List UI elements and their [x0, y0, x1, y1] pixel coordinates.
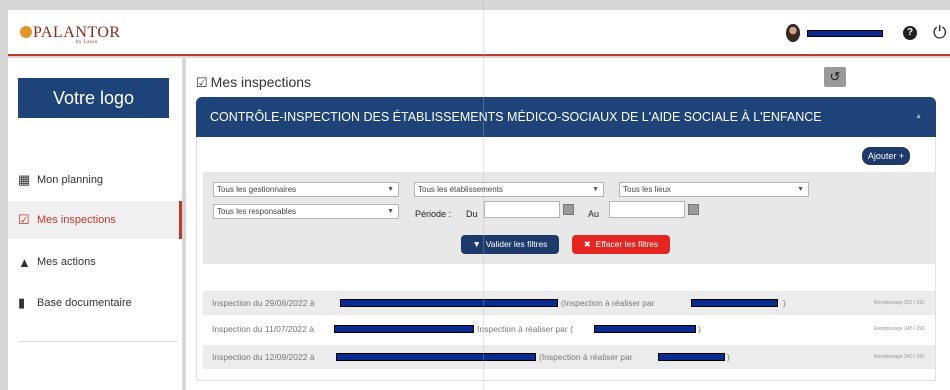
- warning-icon: ▲: [18, 254, 31, 270]
- redacted-establishment: [334, 325, 474, 333]
- sidebar-item-planning[interactable]: ▦ Mon planning: [8, 161, 182, 199]
- clear-filters-label: Effacer les filtres: [595, 239, 659, 249]
- checkbox-icon: ☑: [196, 75, 208, 90]
- row-middle: (Inspection à réaliser par: [539, 352, 633, 362]
- history-icon[interactable]: ↺: [824, 67, 846, 87]
- lieux-value: Tous les lieux: [623, 185, 672, 194]
- row-suffix: ): [727, 352, 730, 362]
- etablissements-select[interactable]: Tous les établissements ▼: [414, 182, 604, 197]
- guide-line: [483, 0, 484, 390]
- chevron-down-icon: ▼: [797, 186, 804, 193]
- power-icon[interactable]: ⏻: [933, 23, 946, 43]
- page-title: ☑ Mes inspections: [196, 74, 311, 91]
- logo-text: PALANTOR: [33, 24, 121, 41]
- fill-status: Remplissage 240 / 291: [873, 354, 925, 360]
- sidebar-item-label: Mon planning: [37, 174, 104, 186]
- logo-mark-icon: [20, 26, 32, 38]
- checkbox-icon: ☑: [18, 212, 30, 227]
- date-to-input[interactable]: [609, 201, 685, 218]
- panel-title: CONTRÔLE-INSPECTION DES ÉTABLISSEMENTS M…: [210, 110, 822, 124]
- gestionnaires-select[interactable]: Tous les gestionnaires ▼: [213, 182, 399, 197]
- fill-status: Remplissage 245 / 291: [873, 326, 925, 332]
- close-icon: ✖: [583, 239, 591, 249]
- app-logo[interactable]: PALANTOR by Lasso: [20, 24, 121, 45]
- chevron-down-icon: ▼: [387, 208, 394, 215]
- main-content: ☑ Mes inspections ↺ CONTRÔLE-INSPECTION D…: [186, 58, 950, 390]
- logo-subtitle: by Lasso: [76, 40, 98, 45]
- redacted-establishment: [336, 353, 536, 361]
- avatar[interactable]: [786, 24, 800, 42]
- calendar-icon: ▦: [18, 172, 31, 187]
- row-middle: (Inspection à réaliser par: [561, 298, 655, 308]
- sidebar: Votre logo ▦ Mon planning ☑ Mes inspecti…: [8, 58, 182, 390]
- panel-header[interactable]: CONTRÔLE-INSPECTION DES ÉTABLISSEMENTS M…: [196, 97, 936, 137]
- row-prefix: Inspection du 12/09/2022 à: [212, 352, 315, 362]
- list-item[interactable]: Inspection du 29/06/2022 à (Inspection à…: [203, 291, 935, 315]
- apply-filters-label: Valider les filtres: [485, 239, 548, 249]
- list-item[interactable]: Inspection du 12/09/2022 à (Inspection à…: [203, 345, 935, 369]
- row-suffix: ): [783, 298, 786, 308]
- redacted-inspector: [594, 325, 696, 333]
- calendar-icon[interactable]: [688, 204, 699, 215]
- fill-status: Remplissage 291 / 291: [873, 300, 925, 306]
- sidebar-item-inspections[interactable]: ☑ Mes inspections: [8, 201, 182, 239]
- clear-filters-button[interactable]: ✖ Effacer les filtres: [572, 235, 670, 254]
- redacted-inspector: [691, 299, 778, 307]
- row-prefix: Inspection du 29/06/2022 à: [212, 298, 315, 308]
- lieux-select[interactable]: Tous les lieux ▼: [619, 182, 809, 197]
- filters-panel: Tous les gestionnaires ▼ Tous les établi…: [203, 172, 935, 264]
- list-item[interactable]: Inspection du 11/07/2022 à Inspection à …: [203, 317, 935, 341]
- sidebar-item-label: Base documentaire: [37, 297, 132, 309]
- redacted-inspector: [658, 353, 725, 361]
- sidebar-divider: [18, 341, 178, 342]
- calendar-icon[interactable]: [563, 204, 574, 215]
- top-header: PALANTOR by Lasso ? ⏻: [8, 10, 950, 56]
- au-label: Au: [588, 209, 600, 219]
- filter-icon: ▼: [472, 239, 481, 249]
- chevron-down-icon: ▼: [592, 186, 599, 193]
- row-middle: Inspection à réaliser par (: [477, 324, 573, 334]
- add-button[interactable]: Ajouter +: [862, 147, 910, 165]
- top-strip: [0, 0, 950, 10]
- du-label: Du: [466, 209, 478, 219]
- periode-label: Période :: [415, 209, 452, 219]
- date-from-input[interactable]: [484, 201, 560, 218]
- custom-logo-placeholder[interactable]: Votre logo: [18, 78, 169, 118]
- collapse-icon[interactable]: ▲: [915, 97, 922, 137]
- help-icon[interactable]: ?: [903, 26, 917, 40]
- apply-filters-button[interactable]: ▼ Valider les filtres: [461, 235, 559, 254]
- etablissements-value: Tous les établissements: [418, 185, 503, 194]
- sidebar-item-documents[interactable]: ▮ Base documentaire: [8, 284, 182, 322]
- user-name-redacted[interactable]: [807, 30, 883, 37]
- row-prefix: Inspection du 11/07/2022 à: [212, 324, 314, 334]
- responsables-select[interactable]: Tous les responsables ▼: [213, 204, 399, 219]
- page-title-text: Mes inspections: [210, 74, 312, 90]
- responsables-value: Tous les responsables: [217, 207, 297, 216]
- chevron-down-icon: ▼: [387, 186, 394, 193]
- document-icon: ▮: [18, 295, 26, 310]
- row-suffix: ): [698, 324, 701, 334]
- sidebar-item-actions[interactable]: ▲ Mes actions: [8, 243, 182, 281]
- sidebar-item-label: Mes actions: [37, 256, 96, 268]
- sidebar-item-label: Mes inspections: [37, 214, 116, 226]
- gestionnaires-value: Tous les gestionnaires: [217, 185, 297, 194]
- redacted-establishment: [340, 299, 558, 307]
